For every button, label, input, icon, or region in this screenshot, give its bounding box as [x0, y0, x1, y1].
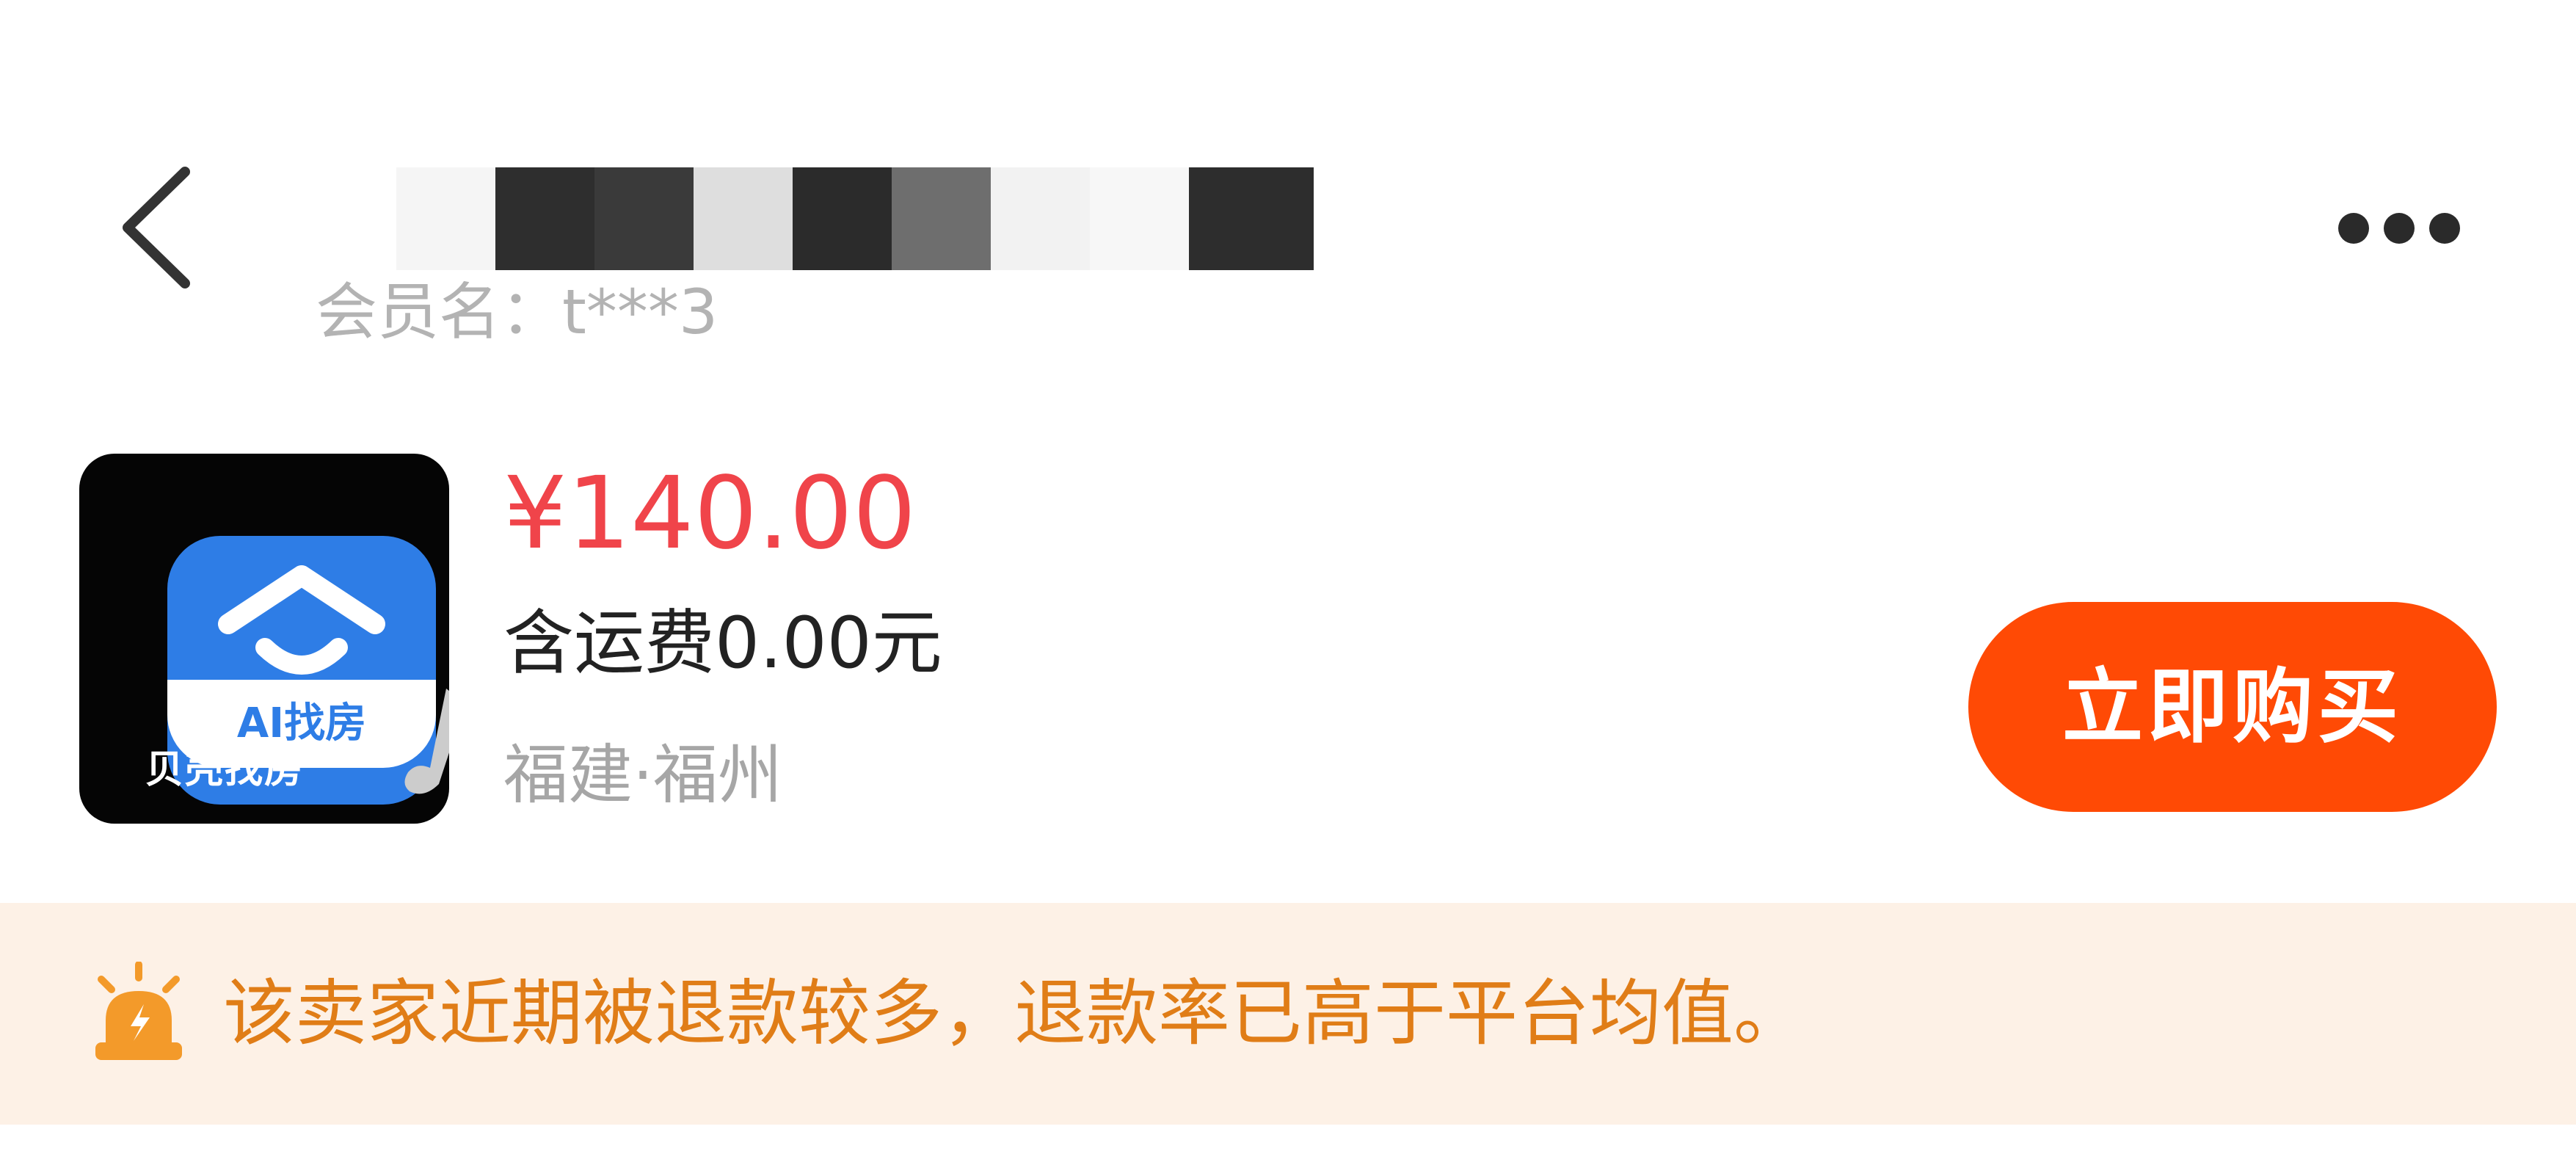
more-button[interactable]	[2319, 198, 2481, 257]
chevron-left-icon	[123, 167, 190, 288]
member-name: 会员名：t***3	[316, 276, 718, 348]
product-location: 福建·福州	[503, 737, 782, 813]
product-price: ¥140.00	[503, 456, 917, 572]
back-button[interactable]	[103, 161, 213, 294]
redaction-block	[991, 167, 1090, 270]
music-note-icon	[404, 689, 449, 794]
redaction-block	[892, 167, 991, 270]
alarm-icon	[95, 962, 182, 1060]
redaction-block	[396, 167, 495, 270]
refund-warning-text: 该卖家近期被退款较多，退款率已高于平台均值。	[223, 972, 1806, 1056]
product-thumbnail[interactable]: AI找房 贝壳找房	[79, 454, 449, 824]
refund-warning-banner: 该卖家近期被退款较多，退款率已高于平台均值。	[0, 903, 2576, 1125]
redaction-block	[793, 167, 892, 270]
redaction-block	[1090, 167, 1189, 270]
seller-name-redacted	[396, 167, 1350, 270]
bottom-spacer	[0, 1125, 2576, 1176]
buy-now-button[interactable]: 立即购买	[1968, 602, 2497, 812]
thumbnail-caption: 贝壳找房	[145, 748, 305, 792]
redaction-block	[694, 167, 793, 270]
shipping-fee: 含运费0.00元	[503, 602, 942, 684]
redaction-block	[594, 167, 694, 270]
order-page: 会员名：t***3 AI找房 贝壳找房 ¥140.00 含运费0.00元 福建·…	[0, 0, 2576, 1176]
redaction-block	[495, 167, 594, 270]
redaction-block	[1189, 167, 1314, 270]
